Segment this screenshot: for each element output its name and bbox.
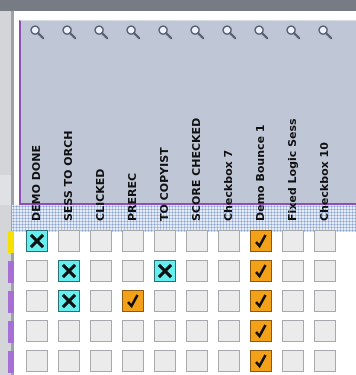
column-label: Checkbox 10: [318, 142, 331, 221]
checkbox-cell-x[interactable]: [58, 260, 80, 282]
checkbox-cell-empty[interactable]: [218, 260, 240, 282]
row-marker[interactable]: [8, 291, 14, 313]
checkbox-cell-empty[interactable]: [218, 350, 240, 372]
x-mark-icon: [61, 293, 77, 309]
checkbox-cell-empty[interactable]: [26, 350, 48, 372]
checkbox-cell-empty[interactable]: [26, 320, 48, 342]
row-marker[interactable]: [8, 231, 14, 253]
checkbox-cell-empty[interactable]: [122, 320, 144, 342]
checkbox-cell-empty[interactable]: [26, 260, 48, 282]
checkbox-cell-empty[interactable]: [186, 260, 208, 282]
column-header: SCORE CHECKED: [181, 20, 213, 221]
checkbox-cell-empty[interactable]: [314, 290, 336, 312]
column-label: Checkbox 7: [222, 149, 235, 221]
checkbox-cell-empty[interactable]: [314, 260, 336, 282]
checkbox-cell-empty[interactable]: [186, 320, 208, 342]
checkbox-cell-empty[interactable]: [90, 260, 112, 282]
column-label: Demo Bounce 1: [254, 124, 267, 221]
checkbox-cell-empty[interactable]: [154, 320, 176, 342]
magnifier-icon[interactable]: [221, 24, 237, 40]
checkbox-cell-empty[interactable]: [186, 230, 208, 252]
checkmark-icon: [255, 354, 267, 369]
checkbox-cell-empty[interactable]: [154, 350, 176, 372]
checkbox-cell-checked[interactable]: [250, 350, 272, 372]
magnifier-icon[interactable]: [29, 24, 45, 40]
checkbox-cell-empty[interactable]: [122, 230, 144, 252]
magnifier-icon[interactable]: [93, 24, 109, 40]
checkbox-cell-empty[interactable]: [122, 350, 144, 372]
checkbox-cell-empty[interactable]: [218, 290, 240, 312]
checkbox-cell-empty[interactable]: [26, 290, 48, 312]
checkbox-cell-empty[interactable]: [314, 350, 336, 372]
magnifier-icon[interactable]: [125, 24, 141, 40]
magnifier-icon[interactable]: [253, 24, 269, 40]
window-top-bar: [0, 0, 356, 11]
checkbox-cell-empty[interactable]: [282, 350, 304, 372]
checkbox-cell-checked[interactable]: [122, 290, 144, 312]
column-header: Checkbox 10: [309, 20, 341, 221]
magnifier-icon[interactable]: [189, 24, 205, 40]
checkbox-cell-empty[interactable]: [186, 290, 208, 312]
column-label: SCORE CHECKED: [190, 117, 203, 221]
checkbox-cell-empty[interactable]: [90, 290, 112, 312]
checkbox-cell-empty[interactable]: [186, 350, 208, 372]
column-header: TO COPYIST: [149, 20, 181, 221]
column-label: TO COPYIST: [158, 147, 171, 221]
x-mark-icon: [29, 233, 45, 249]
checkmark-icon: [255, 324, 267, 339]
magnifier-icon[interactable]: [317, 24, 333, 40]
checkbox-cell-x[interactable]: [154, 260, 176, 282]
column-label: Fixed Logic Sess: [286, 118, 299, 221]
checkbox-cell-empty[interactable]: [154, 230, 176, 252]
checkbox-cell-checked[interactable]: [250, 260, 272, 282]
checkbox-cell-x[interactable]: [26, 230, 48, 252]
checkmark-icon: [255, 264, 267, 279]
checkbox-cell-empty[interactable]: [90, 320, 112, 342]
checkbox-cell-empty[interactable]: [122, 260, 144, 282]
checkmark-icon: [255, 234, 267, 249]
checkbox-cell-x[interactable]: [58, 290, 80, 312]
checkbox-cell-empty[interactable]: [218, 320, 240, 342]
magnifier-icon[interactable]: [157, 24, 173, 40]
column-label: CLICKED: [94, 168, 107, 221]
x-mark-icon: [61, 263, 77, 279]
checkbox-cell-empty[interactable]: [218, 230, 240, 252]
column-header: SESS TO ORCH: [53, 20, 85, 221]
checkbox-cell-empty[interactable]: [282, 320, 304, 342]
checkbox-cell-empty[interactable]: [90, 350, 112, 372]
magnifier-icon[interactable]: [285, 24, 301, 40]
row-marker[interactable]: [8, 351, 14, 373]
checkbox-cell-checked[interactable]: [250, 320, 272, 342]
column-label: SESS TO ORCH: [62, 130, 75, 221]
row-marker[interactable]: [8, 321, 14, 343]
checkbox-cell-empty[interactable]: [58, 350, 80, 372]
checkmark-icon: [127, 294, 139, 309]
column-header: DEMO DONE: [21, 20, 53, 221]
column-label: PREREC: [126, 172, 139, 221]
checkbox-cell-empty[interactable]: [282, 230, 304, 252]
checkbox-cell-empty[interactable]: [154, 290, 176, 312]
checkbox-cell-empty[interactable]: [58, 320, 80, 342]
column-header: Demo Bounce 1: [245, 20, 277, 221]
row-marker[interactable]: [8, 261, 14, 283]
column-header: PREREC: [117, 20, 149, 221]
checkbox-cell-empty[interactable]: [90, 230, 112, 252]
checkbox-cell-empty[interactable]: [282, 290, 304, 312]
column-label: DEMO DONE: [30, 145, 43, 221]
column-header: CLICKED: [85, 20, 117, 221]
checkbox-cell-empty[interactable]: [282, 260, 304, 282]
x-mark-icon: [157, 263, 173, 279]
column-header: Fixed Logic Sess: [277, 20, 309, 221]
checkbox-cell-empty[interactable]: [314, 320, 336, 342]
checkbox-cell-empty[interactable]: [314, 230, 336, 252]
column-header: Checkbox 7: [213, 20, 245, 221]
magnifier-icon[interactable]: [61, 24, 77, 40]
checkbox-cell-checked[interactable]: [250, 290, 272, 312]
checkmark-icon: [255, 294, 267, 309]
checkbox-cell-empty[interactable]: [58, 230, 80, 252]
checkbox-cell-checked[interactable]: [250, 230, 272, 252]
